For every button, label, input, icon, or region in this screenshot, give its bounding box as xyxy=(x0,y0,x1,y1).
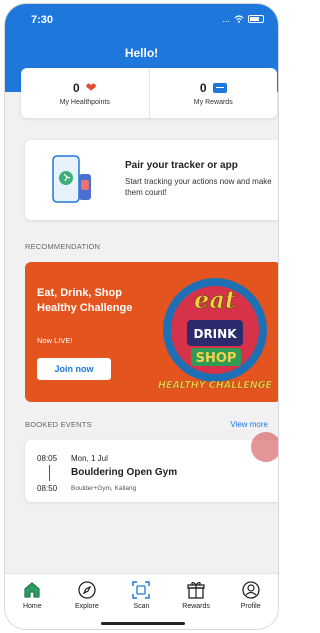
nav-rewards-label: Rewards xyxy=(182,603,210,610)
recommendation-label: RECOMMENDATION xyxy=(25,242,101,251)
nav-home[interactable]: Home xyxy=(5,574,60,629)
promo-title: Eat, Drink, Shop Healthy Challenge xyxy=(37,287,133,314)
battery-icon xyxy=(248,15,264,23)
badge-eat-text: eat xyxy=(194,285,236,314)
badge-drink-text: DRINK xyxy=(193,327,237,341)
pair-tracker-card[interactable]: Pair your tracker or app Start tracking … xyxy=(25,140,278,220)
event-title: Bouldering Open Gym xyxy=(71,467,178,478)
profile-icon xyxy=(242,581,260,599)
event-start-time: 08:05 xyxy=(37,454,58,463)
nav-scan-label: Scan xyxy=(133,603,150,610)
nav-explore[interactable]: Explore xyxy=(60,574,115,629)
home-indicator-bar xyxy=(101,622,185,625)
status-time: 7:30 xyxy=(31,14,54,26)
promo-banner[interactable]: Eat, Drink, Shop Healthy Challenge Now L… xyxy=(25,262,278,402)
bottom-nav: Home Explore Scan Rewards Profile xyxy=(5,573,278,629)
touch-indicator xyxy=(251,432,278,462)
event-date: Mon, 1 Jul xyxy=(71,454,108,463)
healthpoints-value: 0 xyxy=(72,80,80,95)
booked-events-label: BOOKED EVENTS xyxy=(25,420,92,429)
pair-card-title: Pair your tracker or app xyxy=(125,160,238,171)
gift-icon xyxy=(187,582,205,599)
healthy-challenge-badge: eat DRINK SHOP HEALTHY CHALLENGE xyxy=(158,278,273,391)
phone-frame: 7:30 ... Hello! 0 ❤ My Healthpoints 0 My… xyxy=(4,3,279,630)
signal-icon: ... xyxy=(222,14,230,24)
pair-card-description: Start tracking your actions now and make… xyxy=(125,177,272,197)
rewards-value: 0 xyxy=(199,80,207,95)
rewards-label: My Rewards xyxy=(193,98,233,106)
phone-watch-illustration-icon xyxy=(52,155,91,203)
touch-pointer-line xyxy=(278,441,279,443)
time-divider xyxy=(49,465,50,481)
greeting-title: Hello! xyxy=(124,46,159,60)
nav-rewards[interactable]: Rewards xyxy=(169,574,224,629)
rewards-stat[interactable]: 0 My Rewards xyxy=(148,68,278,118)
join-now-button[interactable]: Join now xyxy=(37,358,111,380)
badge-challenge-text: HEALTHY CHALLENGE xyxy=(158,380,273,391)
nav-profile[interactable]: Profile xyxy=(223,574,278,629)
nav-home-label: Home xyxy=(22,603,42,610)
event-location: Boulder+Gym, Kallang xyxy=(71,485,137,492)
event-card[interactable]: 08:05 08:50 Mon, 1 Jul Bouldering Open G… xyxy=(25,440,278,502)
nav-scan[interactable]: Scan xyxy=(114,574,169,629)
scan-icon xyxy=(132,581,151,599)
healthpoints-label: My Healthpoints xyxy=(59,98,110,106)
healthpoints-stat[interactable]: 0 ❤ My Healthpoints xyxy=(21,68,149,118)
stats-card: 0 ❤ My Healthpoints 0 My Rewards xyxy=(21,68,277,118)
compass-icon xyxy=(78,581,96,599)
promo-subtitle: Now LIVE! xyxy=(37,336,73,345)
status-icons: ... xyxy=(222,14,264,24)
heart-icon: ❤ xyxy=(85,80,97,95)
reward-card-icon xyxy=(212,82,227,93)
nav-profile-label: Profile xyxy=(240,603,261,610)
home-icon xyxy=(24,582,40,598)
nav-explore-label: Explore xyxy=(75,603,99,610)
badge-shop-text: SHOP xyxy=(196,351,237,366)
wifi-icon xyxy=(234,15,244,23)
view-more-link[interactable]: View more xyxy=(230,420,268,429)
event-end-time: 08:50 xyxy=(37,484,58,493)
